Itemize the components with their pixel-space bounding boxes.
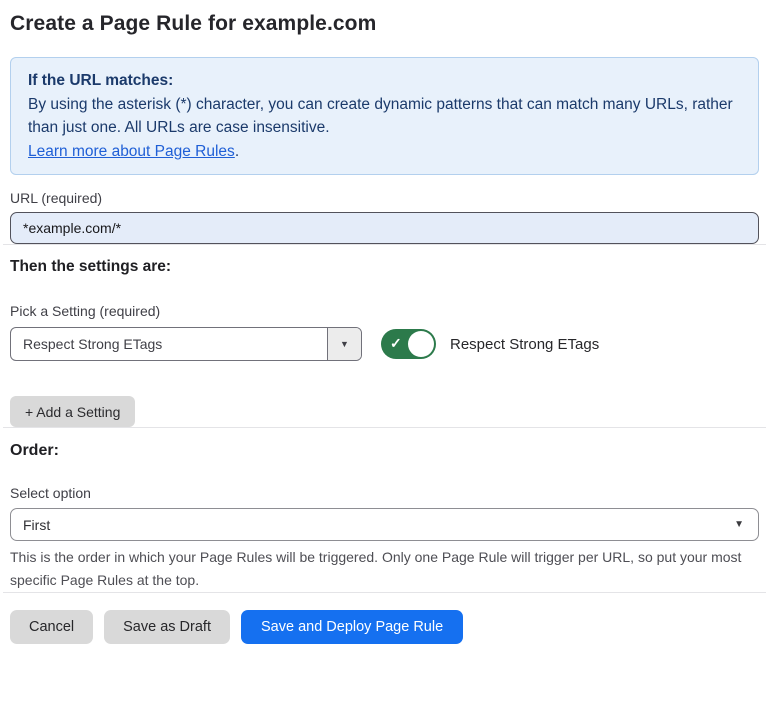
- footer-divider: [3, 592, 766, 593]
- etag-toggle[interactable]: ✓: [381, 329, 436, 359]
- info-box-link-line: Learn more about Page Rules.: [28, 140, 741, 164]
- setting-select-value: Respect Strong ETags: [11, 336, 327, 352]
- link-suffix: .: [235, 143, 239, 160]
- cancel-button[interactable]: Cancel: [10, 610, 93, 644]
- info-box-heading: If the URL matches:: [28, 69, 741, 93]
- setting-select[interactable]: Respect Strong ETags ▼: [10, 327, 362, 361]
- toggle-knob: [408, 331, 434, 357]
- order-help-text: This is the order in which your Page Rul…: [10, 546, 750, 592]
- toggle-label: Respect Strong ETags: [450, 336, 599, 353]
- chevron-down-icon: ▼: [720, 519, 758, 530]
- order-select-value: First: [11, 517, 720, 533]
- url-input[interactable]: [10, 212, 759, 244]
- order-section-heading: Order:: [10, 442, 759, 460]
- settings-section-heading: Then the settings are:: [10, 258, 759, 276]
- footer-button-row: Cancel Save as Draft Save and Deploy Pag…: [10, 610, 759, 644]
- info-box-body: By using the asterisk (*) character, you…: [28, 93, 741, 140]
- order-select-label: Select option: [10, 485, 759, 501]
- page-title: Create a Page Rule for example.com: [10, 12, 759, 36]
- add-setting-button[interactable]: + Add a Setting: [10, 396, 135, 427]
- save-draft-button[interactable]: Save as Draft: [104, 610, 230, 644]
- learn-more-link[interactable]: Learn more about Page Rules: [28, 143, 235, 160]
- order-select[interactable]: First ▼: [10, 508, 759, 541]
- section-divider: [3, 244, 766, 245]
- dropdown-arrow-icon[interactable]: ▼: [327, 328, 361, 360]
- save-deploy-button[interactable]: Save and Deploy Page Rule: [241, 610, 463, 644]
- url-field-label: URL (required): [10, 190, 759, 206]
- toggle-check-icon: ✓: [390, 335, 402, 352]
- setting-row: Respect Strong ETags ▼ ✓ Respect Strong …: [10, 327, 759, 361]
- setting-picker-label: Pick a Setting (required): [10, 303, 759, 319]
- section-divider: [3, 427, 766, 428]
- url-match-info-box: If the URL matches: By using the asteris…: [10, 57, 759, 175]
